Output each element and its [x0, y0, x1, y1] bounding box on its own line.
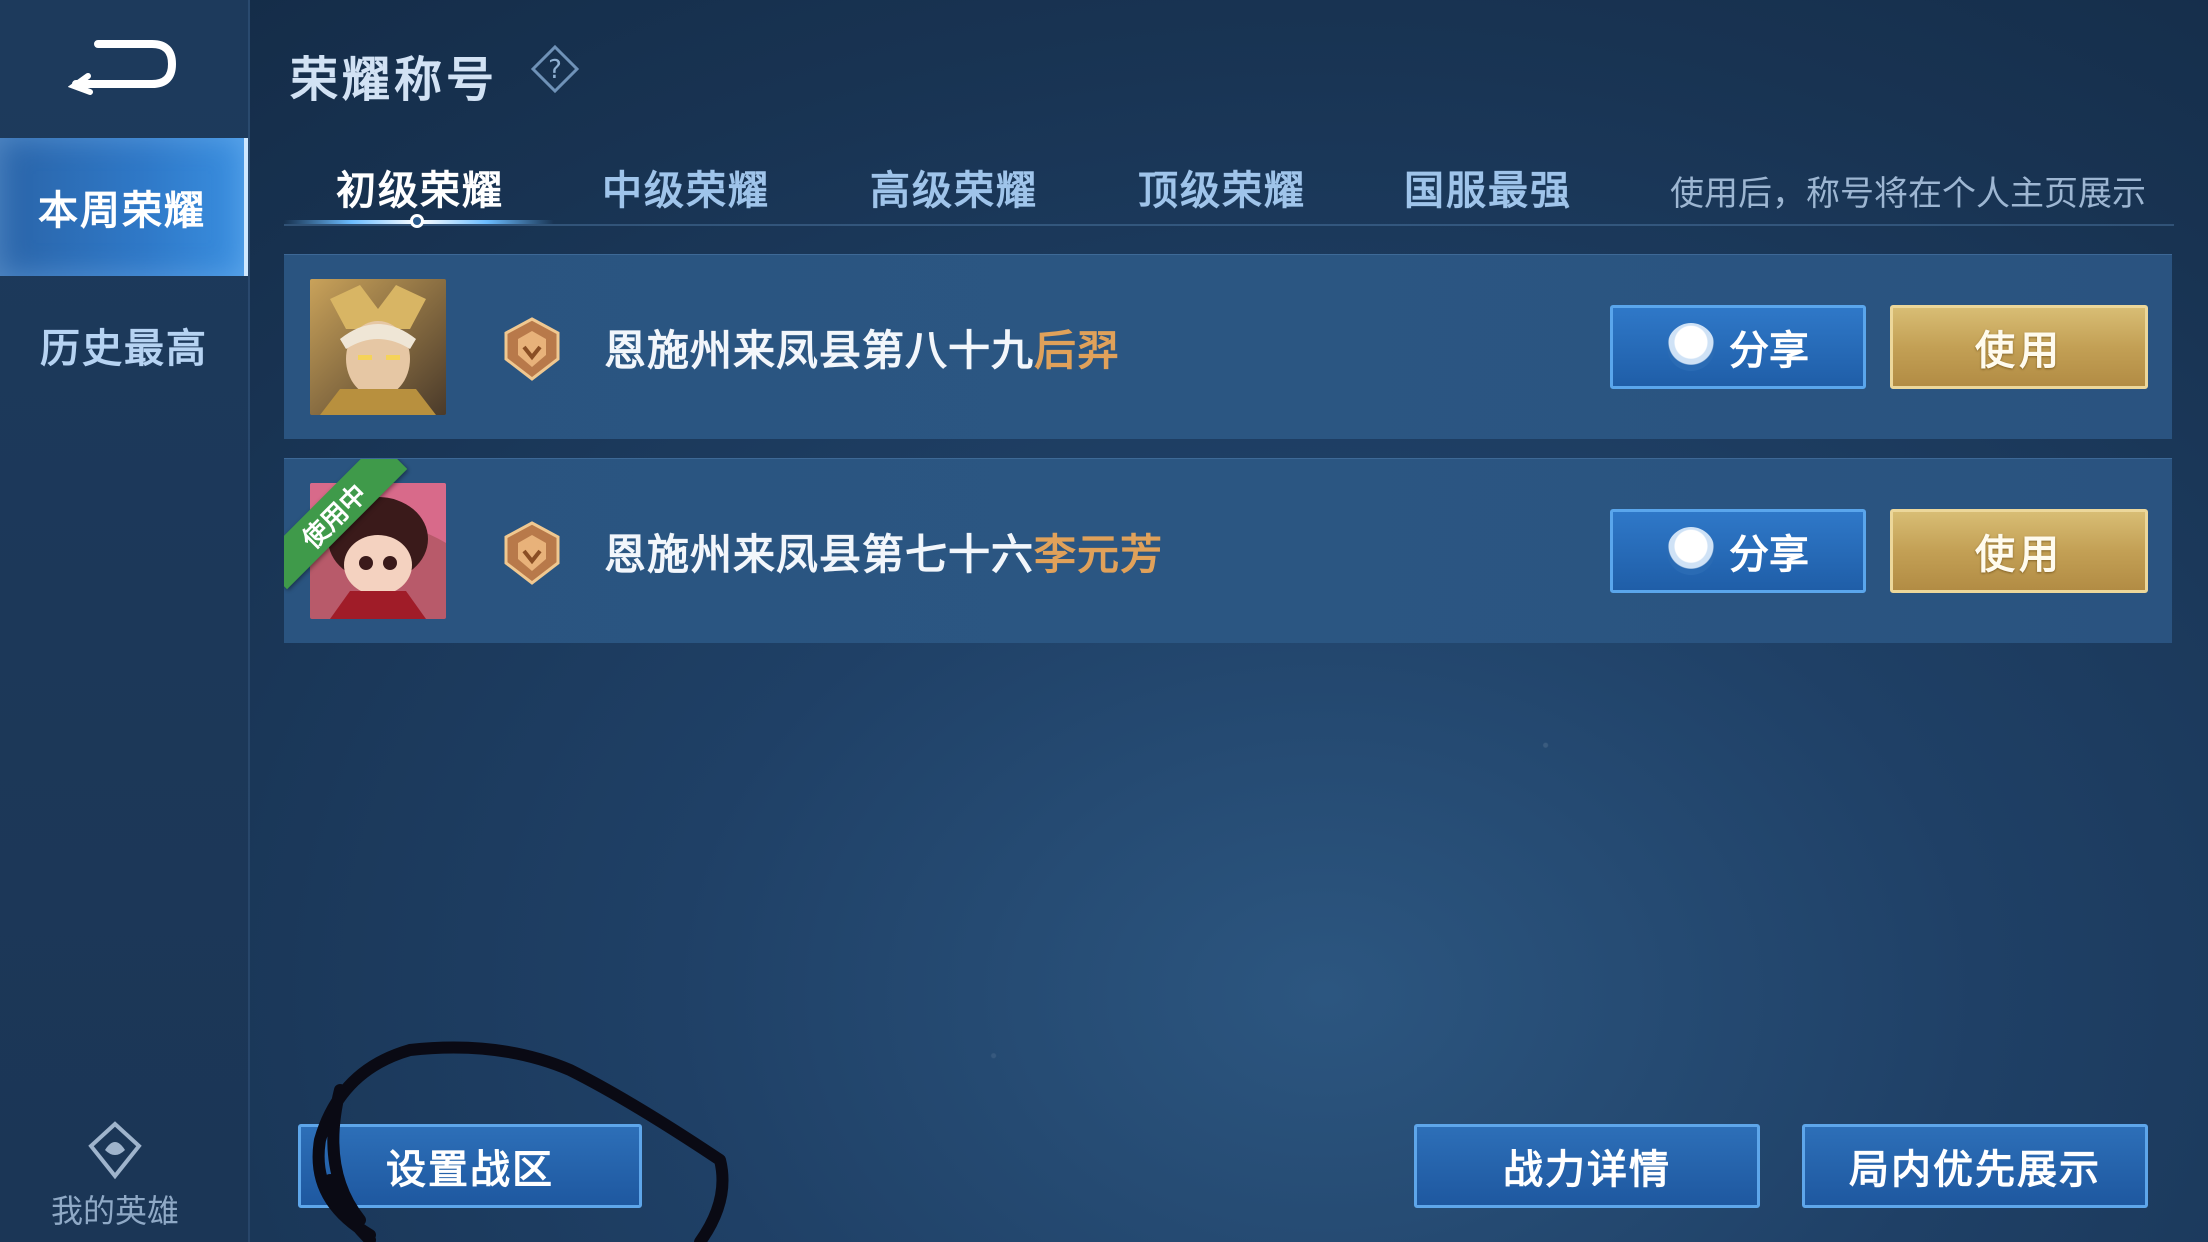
tab-intermediate-honor[interactable]: 中级荣耀	[602, 158, 770, 216]
set-zone-button[interactable]: 设置战区	[298, 1124, 642, 1208]
power-details-button[interactable]: 战力详情	[1414, 1124, 1760, 1208]
qq-icon	[1667, 323, 1715, 371]
my-hero-label: 我的英雄	[50, 1192, 179, 1230]
qq-icon	[1667, 527, 1715, 575]
priority-display-button[interactable]: 局内优先展示	[1802, 1124, 2148, 1208]
tab-junior-honor[interactable]: 初级荣耀	[336, 158, 504, 216]
title-prefix: 恩施州来凤县第八十九	[604, 326, 1035, 375]
use-button[interactable]: 使用	[1890, 509, 2148, 593]
hero-avatar-houyi	[310, 279, 446, 415]
share-label: 分享	[1729, 532, 1809, 578]
title-prefix: 恩施州来凤县第七十六	[604, 530, 1035, 579]
svg-text:?: ?	[548, 55, 562, 85]
page-title: 荣耀称号	[290, 52, 499, 108]
back-arrow-icon[interactable]	[67, 36, 180, 96]
sidebar: 本周荣耀 历史最高 我的英雄	[0, 0, 250, 1242]
sidebar-item-this-week[interactable]: 本周荣耀	[0, 138, 248, 276]
rank-badge-icon	[502, 521, 562, 585]
share-button[interactable]: 分享	[1610, 509, 1866, 593]
my-hero-button[interactable]: 我的英雄	[30, 1120, 200, 1232]
sidebar-item-history-best[interactable]: 历史最高	[0, 276, 248, 414]
share-label: 分享	[1729, 328, 1809, 374]
tab-top-honor[interactable]: 顶级荣耀	[1138, 158, 1306, 216]
tab-national-best[interactable]: 国服最强	[1404, 158, 1572, 216]
tab-advanced-honor[interactable]: 高级荣耀	[870, 158, 1038, 216]
share-button[interactable]: 分享	[1610, 305, 1866, 389]
my-hero-emblem-icon	[85, 1120, 145, 1180]
help-icon[interactable]: ?	[530, 44, 580, 94]
sidebar-item-label: 本周荣耀	[38, 188, 206, 234]
active-tab-dot	[410, 214, 424, 228]
hero-name: 后羿	[1034, 326, 1121, 375]
usage-hint: 使用后，称号将在个人主页展示	[1670, 174, 2146, 214]
title-row: 使用中 恩施州来凤县第七十六李元芳 分享 使用	[284, 458, 2172, 643]
hero-name: 李元芳	[1034, 530, 1164, 579]
rank-badge-icon	[502, 317, 562, 381]
use-button[interactable]: 使用	[1890, 305, 2148, 389]
title-row: 恩施州来凤县第八十九后羿 分享 使用	[284, 254, 2172, 439]
honor-title-text: 恩施州来凤县第八十九后羿	[604, 317, 1120, 378]
sidebar-item-label: 历史最高	[40, 326, 208, 372]
honor-title-text: 恩施州来凤县第七十六李元芳	[604, 521, 1163, 582]
